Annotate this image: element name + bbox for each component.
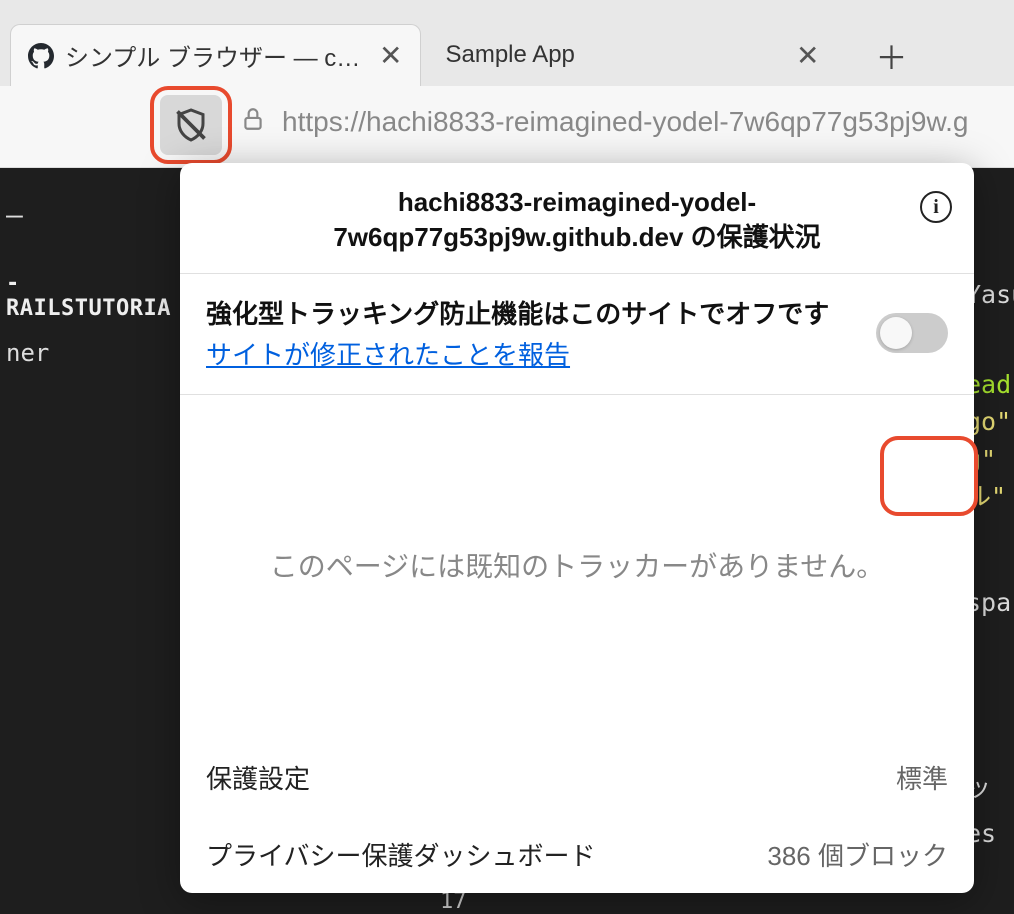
toggle-knob xyxy=(880,317,912,349)
tracking-heading: 強化型トラッキング防止機能はこのサイトでオフです xyxy=(206,294,876,331)
protection-popup: hachi8833-reimagined-yodel-7w6qp77g53pj9… xyxy=(180,163,974,893)
tab-inactive[interactable]: Sample App ✕ xyxy=(429,24,849,86)
tracking-text: 強化型トラッキング防止機能はこのサイトでオフです サイトが修正されたことを報告 xyxy=(206,294,876,372)
sidebar-item-label[interactable]: ner xyxy=(6,339,180,367)
popup-header: hachi8833-reimagined-yodel-7w6qp77g53pj9… xyxy=(180,163,974,274)
folder-label[interactable]: -RAILSTUTORIA xyxy=(6,271,180,321)
tab-close-active[interactable]: ✕ xyxy=(379,39,402,72)
tracking-row: 強化型トラッキング防止機能はこのサイトでオフです サイトが修正されたことを報告 xyxy=(180,274,974,395)
dashboard-row[interactable]: プライバシー保護ダッシュボード 386 個ブロック xyxy=(180,816,974,893)
tracking-toggle[interactable] xyxy=(876,313,948,353)
github-icon xyxy=(27,42,55,70)
tab-bar: シンプル ブラウザー — codespac ✕ Sample App ✕ ＋ xyxy=(0,0,1014,86)
report-link[interactable]: サイトが修正されたことを報告 xyxy=(206,340,570,370)
url-text[interactable]: https://hachi8833-reimagined-yodel-7w6qp… xyxy=(282,106,968,138)
tab-active[interactable]: シンプル ブラウザー — codespac ✕ xyxy=(10,24,421,86)
editor-sidebar: — -RAILSTUTORIA ner xyxy=(0,168,180,914)
shield-button[interactable] xyxy=(160,95,222,155)
shield-off-icon xyxy=(173,107,209,143)
lock-icon[interactable] xyxy=(240,104,266,139)
settings-value: 標準 xyxy=(896,759,948,796)
tab-active-label: シンプル ブラウザー — codespac xyxy=(65,38,365,73)
tab-close-inactive[interactable]: ✕ xyxy=(796,39,819,72)
popup-body: このページには既知のトラッカーがありません。 xyxy=(180,395,974,739)
info-icon[interactable]: i xyxy=(920,191,952,223)
settings-label: 保護設定 xyxy=(206,759,310,796)
hamburger-icon[interactable]: — xyxy=(6,198,180,231)
dashboard-label: プライバシー保護ダッシュボード xyxy=(206,836,595,873)
popup-title: hachi8833-reimagined-yodel-7w6qp77g53pj9… xyxy=(240,185,914,255)
dashboard-value: 386 個ブロック xyxy=(767,836,948,873)
new-tab-button[interactable]: ＋ xyxy=(867,32,915,80)
settings-row[interactable]: 保護設定 標準 xyxy=(180,739,974,816)
tab-inactive-label: Sample App xyxy=(445,41,574,69)
no-trackers-text: このページには既知のトラッカーがありません。 xyxy=(270,546,885,588)
